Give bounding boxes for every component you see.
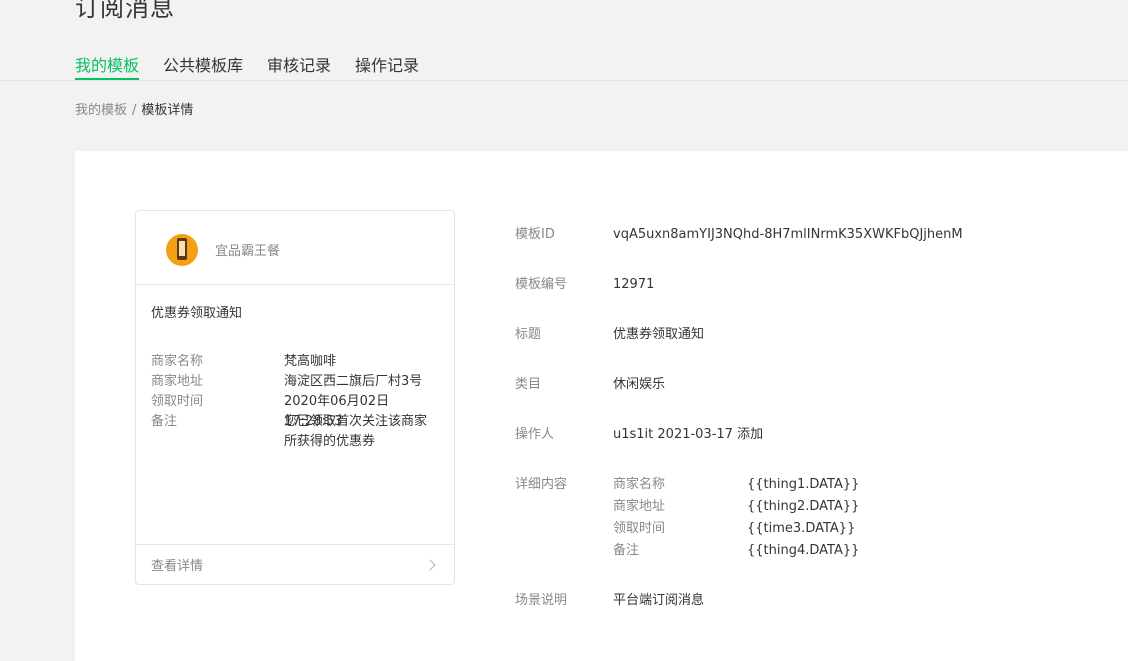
- info-label: 类目: [515, 377, 542, 392]
- detail-item: 商家地址 {{thing2.DATA}}: [613, 496, 913, 518]
- scene-value: 平台端订阅消息: [613, 593, 705, 608]
- message-preview-card: 宜品霸王餐 优惠券领取通知 商家名称 梵高咖啡 商家地址 海淀区西二旗后厂村3号…: [135, 210, 455, 585]
- tab-public-library[interactable]: 公共模板库: [163, 52, 243, 79]
- operator-value: u1s1it 2021-03-17 添加: [613, 427, 764, 442]
- preview-shop-name: 宜品霸王餐: [215, 244, 281, 259]
- detail-key: 商家地址: [613, 499, 666, 514]
- breadcrumb-parent-link[interactable]: 我的模板: [75, 103, 127, 118]
- view-details-link[interactable]: 查看详情: [136, 544, 454, 584]
- tab-operation-records[interactable]: 操作记录: [355, 52, 419, 79]
- template-detail-panel: 宜品霸王餐 优惠券领取通知 商家名称 梵高咖啡 商家地址 海淀区西二旗后厂村3号…: [75, 151, 1128, 661]
- chevron-right-icon: [424, 559, 436, 571]
- preview-message-title: 优惠券领取通知: [151, 306, 243, 321]
- info-label: 模板编号: [515, 277, 568, 292]
- detail-item: 领取时间 {{time3.DATA}}: [613, 518, 913, 540]
- breadcrumb-current: 模板详情: [141, 103, 194, 118]
- preview-field-key: 商家地址: [151, 374, 204, 389]
- detail-value: {{time3.DATA}}: [747, 521, 856, 536]
- view-details-label: 查看详情: [151, 559, 204, 574]
- preview-field-key: 备注: [151, 414, 178, 429]
- info-label: 场景说明: [515, 593, 568, 608]
- info-label: 标题: [515, 327, 542, 342]
- category-value: 休闲娱乐: [613, 377, 666, 392]
- info-label: 模板ID: [515, 227, 555, 242]
- preview-field-value: 海淀区西二旗后厂村3号: [284, 374, 423, 389]
- breadcrumb: 我的模板 / 模板详情: [75, 99, 193, 118]
- template-id-value: vqA5uxn8amYIJ3NQhd-8H7mlINrmK35XWKFbQJjh…: [613, 227, 963, 242]
- detail-item: 备注 {{thing4.DATA}}: [613, 540, 913, 562]
- tab-bar: 我的模板 公共模板库 审核记录 操作记录: [0, 52, 1128, 81]
- detail-value: {{thing2.DATA}}: [747, 499, 860, 514]
- detail-key: 领取时间: [613, 521, 666, 536]
- preview-field-key: 商家名称: [151, 354, 204, 369]
- title-value: 优惠券领取通知: [613, 327, 705, 342]
- detail-content-list: 商家名称 {{thing1.DATA}} 商家地址 {{thing2.DATA}…: [613, 474, 913, 562]
- preview-field-value: 梵高咖啡: [284, 354, 337, 369]
- detail-key: 备注: [613, 543, 640, 558]
- detail-value: {{thing4.DATA}}: [747, 543, 860, 558]
- preview-field-value: 您已领取首次关注该商家所获得的优惠券: [284, 414, 428, 449]
- tab-review-records[interactable]: 审核记录: [267, 52, 331, 79]
- page-title: 订阅消息: [75, 0, 175, 22]
- info-label: 详细内容: [515, 477, 568, 492]
- template-no-value: 12971: [613, 277, 655, 292]
- preview-field-key: 领取时间: [151, 394, 204, 409]
- detail-value: {{thing1.DATA}}: [747, 477, 860, 492]
- breadcrumb-separator: /: [132, 103, 137, 118]
- info-label: 操作人: [515, 427, 555, 442]
- detail-key: 商家名称: [613, 477, 666, 492]
- phone-logo-icon: [166, 234, 198, 266]
- tab-my-templates[interactable]: 我的模板: [75, 52, 140, 80]
- preview-card-header: 宜品霸王餐: [136, 211, 454, 285]
- detail-item: 商家名称 {{thing1.DATA}}: [613, 474, 913, 496]
